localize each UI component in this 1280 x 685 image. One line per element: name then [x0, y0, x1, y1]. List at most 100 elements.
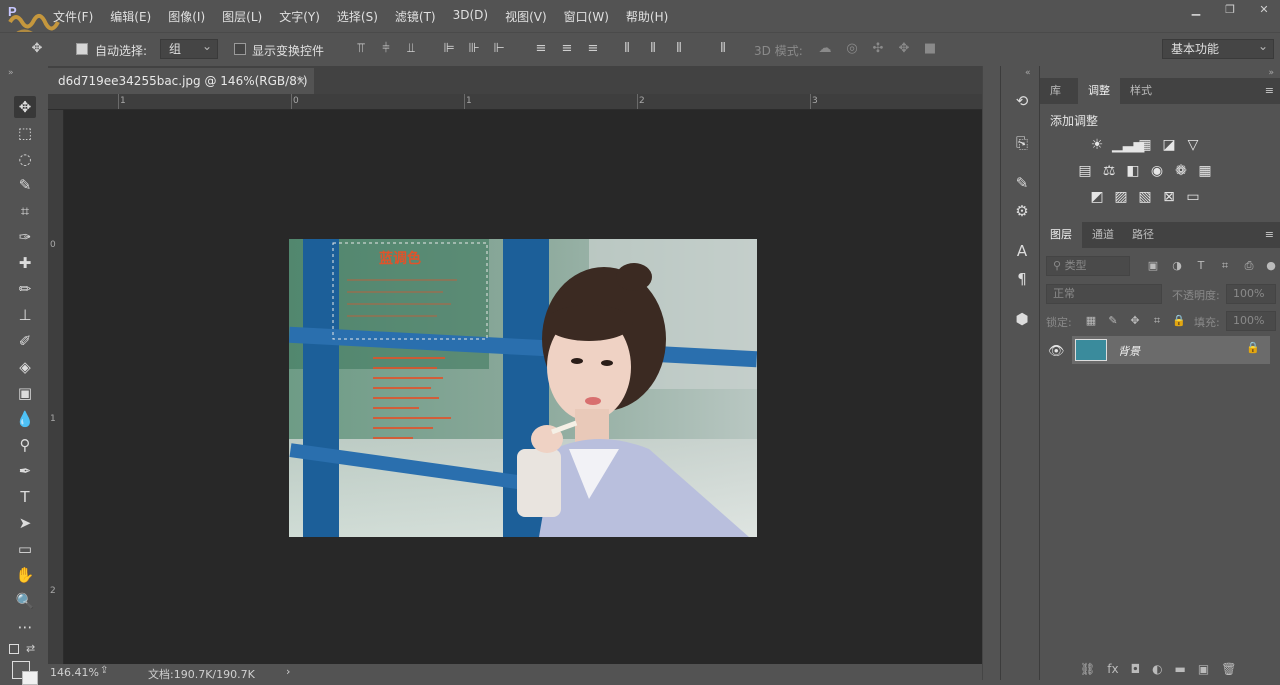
lasso-tool-icon[interactable]: ◌ — [14, 148, 36, 170]
menu-image[interactable]: 图像(I) — [168, 8, 205, 25]
brushes-panel-icon[interactable]: ✎ — [1011, 172, 1033, 194]
new-layer-icon[interactable]: ▣ — [1198, 662, 1209, 676]
tab-styles[interactable]: 样式 — [1120, 78, 1162, 104]
color-lookup-icon[interactable]: ▦ — [1196, 162, 1214, 180]
blend-mode-dropdown[interactable]: 正常 — [1046, 284, 1162, 304]
type-tool-icon[interactable]: T — [14, 486, 36, 508]
3d-scale-icon[interactable]: ■ — [921, 40, 939, 58]
posterize-icon[interactable]: ▨ — [1112, 188, 1130, 206]
black-white-icon[interactable]: ◧ — [1124, 162, 1142, 180]
filter-shape-icon[interactable]: ⌗ — [1216, 257, 1234, 275]
background-color-swatch[interactable] — [22, 671, 38, 685]
properties-panel-icon[interactable]: ⎘ — [1011, 132, 1033, 154]
distribute-bottom-icon[interactable]: ≡ — [584, 40, 602, 58]
healing-brush-tool-icon[interactable]: ✚ — [14, 252, 36, 274]
gradient-tool-icon[interactable]: ▣ — [14, 382, 36, 404]
align-top-icon[interactable]: ⫪ — [352, 40, 370, 58]
color-balance-icon[interactable]: ⚖ — [1100, 162, 1118, 180]
distribute-vcenter-icon[interactable]: ≡ — [558, 40, 576, 58]
stamp-tool-icon[interactable]: ⊥ — [14, 304, 36, 326]
zoom-tool-icon[interactable]: 🔍 — [14, 590, 36, 612]
align-right-icon[interactable]: ⊩ — [490, 40, 508, 58]
menu-edit[interactable]: 编辑(E) — [110, 8, 151, 25]
hue-saturation-icon[interactable]: ▤ — [1076, 162, 1094, 180]
align-vcenter-icon[interactable]: ⫩ — [377, 40, 395, 58]
history-panel-icon[interactable]: ⟲ — [1011, 90, 1033, 112]
lock-position-icon[interactable]: ✥ — [1126, 312, 1144, 330]
auto-select-dropdown[interactable]: 组 — [160, 37, 218, 59]
3d-slide-icon[interactable]: ✥ — [895, 40, 913, 58]
marquee-tool-icon[interactable]: ⬚ — [14, 122, 36, 144]
invert-icon[interactable]: ◩ — [1088, 188, 1106, 206]
path-select-tool-icon[interactable]: ➤ — [14, 512, 36, 534]
filter-pixel-icon[interactable]: ▣ — [1144, 257, 1162, 275]
rectangle-tool-icon[interactable]: ▭ — [14, 538, 36, 560]
hand-tool-icon[interactable]: ✋ — [14, 564, 36, 586]
tab-layers[interactable]: 图层 — [1040, 222, 1082, 248]
canvas-area[interactable]: 蓝调色 — [64, 110, 982, 664]
levels-icon[interactable]: ▁▃▅ — [1112, 136, 1144, 154]
history-brush-tool-icon[interactable]: ✐ — [14, 330, 36, 352]
move-tool-icon[interactable]: ✥ — [28, 40, 46, 58]
new-group-icon[interactable]: ▬ — [1175, 662, 1186, 676]
tab-paths[interactable]: 路径 — [1122, 222, 1164, 248]
pen-tool-icon[interactable]: ✒ — [14, 460, 36, 482]
distribute-right-icon[interactable]: ⦀ — [670, 40, 688, 58]
curves-icon[interactable]: ▦ — [1136, 136, 1154, 154]
fx-icon[interactable]: fx — [1107, 662, 1118, 676]
delete-layer-icon[interactable]: 🗑 — [1221, 662, 1236, 676]
lock-pixels-icon[interactable]: ▦ — [1082, 312, 1100, 330]
quick-select-tool-icon[interactable]: ✎ — [14, 174, 36, 196]
menu-3d[interactable]: 3D(D) — [453, 8, 488, 25]
gradient-map-icon[interactable]: ▭ — [1184, 188, 1202, 206]
zoom-readout[interactable]: 146.41% — [50, 666, 99, 679]
tab-libraries[interactable]: 库 — [1040, 78, 1071, 104]
channel-mixer-icon[interactable]: ❁ — [1172, 162, 1190, 180]
lock-paint-icon[interactable]: ✎ — [1104, 312, 1122, 330]
menu-layer[interactable]: 图层(L) — [222, 8, 262, 25]
swap-colors-icon[interactable]: ⇄ — [26, 642, 35, 655]
photo-filter-icon[interactable]: ◉ — [1148, 162, 1166, 180]
collapse-panels-icon[interactable]: « — [1025, 68, 1031, 78]
distribute-hcenter-icon[interactable]: ⦀ — [644, 40, 662, 58]
fill-input[interactable]: 100% — [1226, 311, 1276, 331]
menu-file[interactable]: 文件(F) — [53, 8, 93, 25]
auto-align-icon[interactable]: ⫴ — [714, 40, 732, 58]
filter-smart-icon[interactable]: ⎙ — [1240, 257, 1258, 275]
align-left-icon[interactable]: ⊫ — [440, 40, 458, 58]
move-tool-icon[interactable]: ✥ — [14, 96, 36, 118]
status-menu-arrow[interactable]: › — [286, 665, 290, 678]
auto-select-checkbox[interactable] — [76, 43, 88, 55]
opacity-input[interactable]: 100% — [1226, 284, 1276, 304]
distribute-left-icon[interactable]: ⦀ — [618, 40, 636, 58]
align-bottom-icon[interactable]: ⫫ — [402, 40, 420, 58]
layer-row[interactable]: 背景 🔒 — [1072, 336, 1270, 364]
show-transform-checkbox[interactable] — [234, 43, 246, 55]
new-adjustment-icon[interactable]: ◐ — [1152, 662, 1162, 676]
3d-panel-icon[interactable]: ⬢ — [1011, 308, 1033, 330]
eyedropper-tool-icon[interactable]: ✑ — [14, 226, 36, 248]
workspace-dropdown[interactable]: 基本功能 — [1162, 37, 1274, 59]
eraser-tool-icon[interactable]: ◈ — [14, 356, 36, 378]
filter-toggle-icon[interactable]: ● — [1262, 257, 1280, 275]
crop-tool-icon[interactable]: ⌗ — [14, 200, 36, 222]
menu-filter[interactable]: 滤镜(T) — [395, 8, 436, 25]
3d-orbit-icon[interactable]: ☁ — [816, 40, 834, 58]
lock-all-icon[interactable]: 🔒 — [1170, 312, 1188, 330]
paragraph-panel-icon[interactable]: ¶ — [1011, 268, 1033, 290]
link-layers-icon[interactable]: ⛓ — [1080, 662, 1095, 676]
document-image[interactable]: 蓝调色 — [289, 239, 757, 537]
layer-filter-dropdown[interactable]: ⚲ 类型 — [1046, 256, 1130, 276]
panel-menu-icon[interactable]: ≡ — [1265, 84, 1274, 97]
add-mask-icon[interactable]: ◘ — [1131, 662, 1141, 676]
lock-artboard-icon[interactable]: ⌗ — [1148, 312, 1166, 330]
close-tab-icon[interactable]: × — [296, 68, 306, 94]
more-tools-icon[interactable]: ⋯ — [14, 616, 36, 638]
collapse-right-icon[interactable]: » — [1268, 68, 1274, 78]
brush-settings-icon[interactable]: ⚙ — [1011, 200, 1033, 222]
restore-button[interactable]: ❐ — [1214, 0, 1246, 18]
vertical-scrollbar[interactable] — [982, 66, 1000, 680]
tab-adjustments[interactable]: 调整 — [1078, 78, 1120, 104]
menu-window[interactable]: 窗口(W) — [564, 8, 609, 25]
layers-menu-icon[interactable]: ≡ — [1265, 228, 1274, 241]
